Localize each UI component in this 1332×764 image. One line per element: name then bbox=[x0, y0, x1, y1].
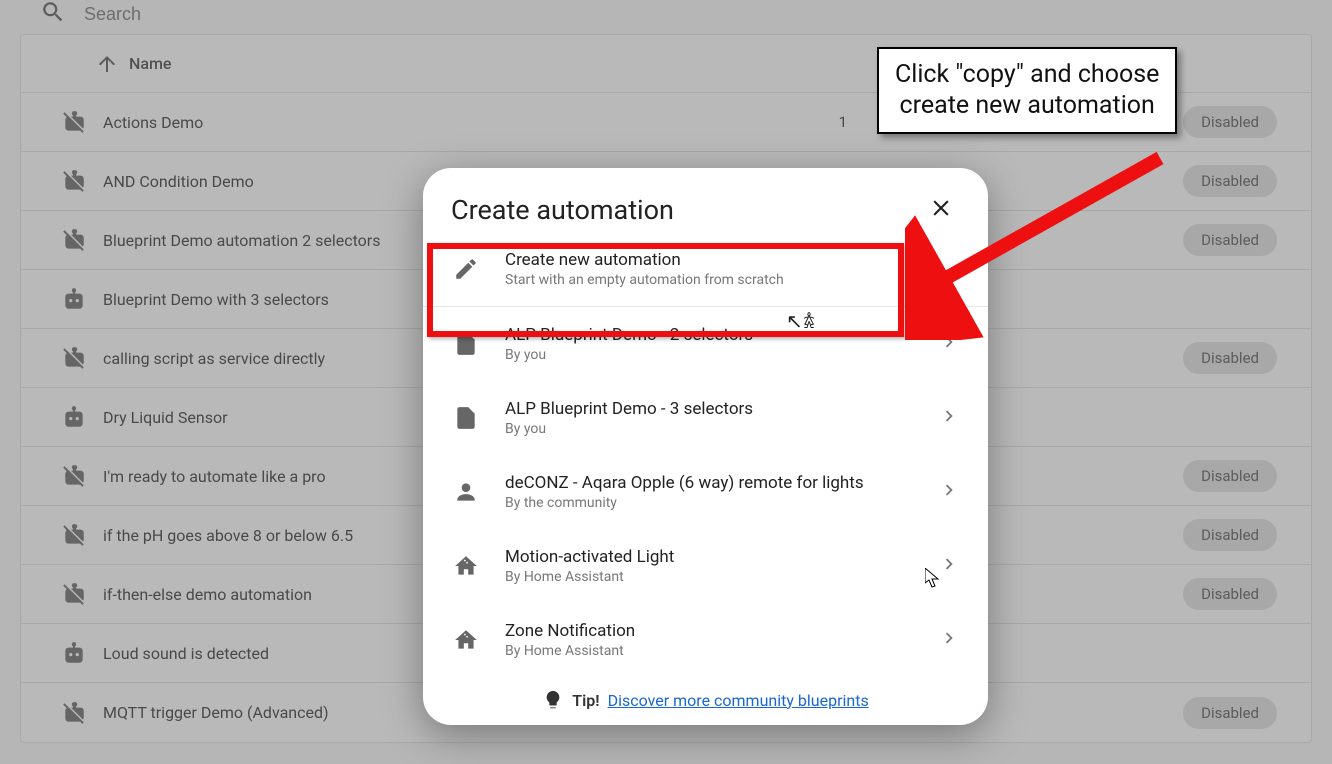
pencil-icon bbox=[451, 256, 481, 282]
create-automation-dialog: Create automation Create new automation S… bbox=[423, 168, 988, 725]
option-subtitle: By Home Assistant bbox=[505, 569, 914, 585]
chevron-right-icon bbox=[938, 405, 960, 431]
create-new-automation-option[interactable]: Create new automation Start with an empty… bbox=[423, 232, 988, 307]
chevron-right-icon bbox=[938, 627, 960, 653]
option-subtitle: Start with an empty automation from scra… bbox=[505, 272, 960, 288]
dialog-tip: Tip! Discover more community blueprints bbox=[423, 677, 988, 725]
instruction-callout: Click "copy" and choose create new autom… bbox=[877, 47, 1177, 134]
file-icon bbox=[451, 331, 481, 357]
blueprint-option[interactable]: deCONZ - Aqara Opple (6 way) remote for … bbox=[423, 455, 988, 529]
lightbulb-icon bbox=[542, 689, 564, 711]
option-title: Zone Notification bbox=[505, 621, 914, 641]
close-button[interactable] bbox=[928, 195, 954, 225]
option-subtitle: By Home Assistant bbox=[505, 643, 914, 659]
tip-label: Tip! bbox=[572, 691, 599, 710]
option-title: Create new automation bbox=[505, 250, 960, 270]
option-title: ALP Blueprint Demo - 3 selectors bbox=[505, 399, 914, 419]
chevron-right-icon bbox=[938, 479, 960, 505]
option-subtitle: By you bbox=[505, 347, 914, 363]
dialog-title: Create automation bbox=[451, 194, 674, 226]
blueprint-option[interactable]: ALP Blueprint Demo - 3 selectors By you bbox=[423, 381, 988, 455]
tip-link[interactable]: Discover more community blueprints bbox=[608, 691, 869, 710]
option-title: ALP Blueprint Demo - 2 selectors bbox=[505, 325, 914, 345]
home-assistant-icon bbox=[451, 553, 481, 579]
option-subtitle: By the community bbox=[505, 495, 914, 511]
blueprint-option[interactable]: ALP Blueprint Demo - 2 selectors By you bbox=[423, 307, 988, 381]
blueprint-option[interactable]: Zone Notification By Home Assistant bbox=[423, 603, 988, 677]
chevron-right-icon bbox=[938, 331, 960, 357]
blueprint-option[interactable]: Motion-activated Light By Home Assistant bbox=[423, 529, 988, 603]
home-assistant-icon bbox=[451, 627, 481, 653]
callout-line2: create new automation bbox=[895, 90, 1159, 121]
option-title: deCONZ - Aqara Opple (6 way) remote for … bbox=[505, 473, 914, 493]
option-title: Motion-activated Light bbox=[505, 547, 914, 567]
option-subtitle: By you bbox=[505, 421, 914, 437]
chevron-right-icon bbox=[938, 553, 960, 579]
callout-line1: Click "copy" and choose bbox=[895, 59, 1159, 90]
file-icon bbox=[451, 405, 481, 431]
person-icon bbox=[451, 479, 481, 505]
